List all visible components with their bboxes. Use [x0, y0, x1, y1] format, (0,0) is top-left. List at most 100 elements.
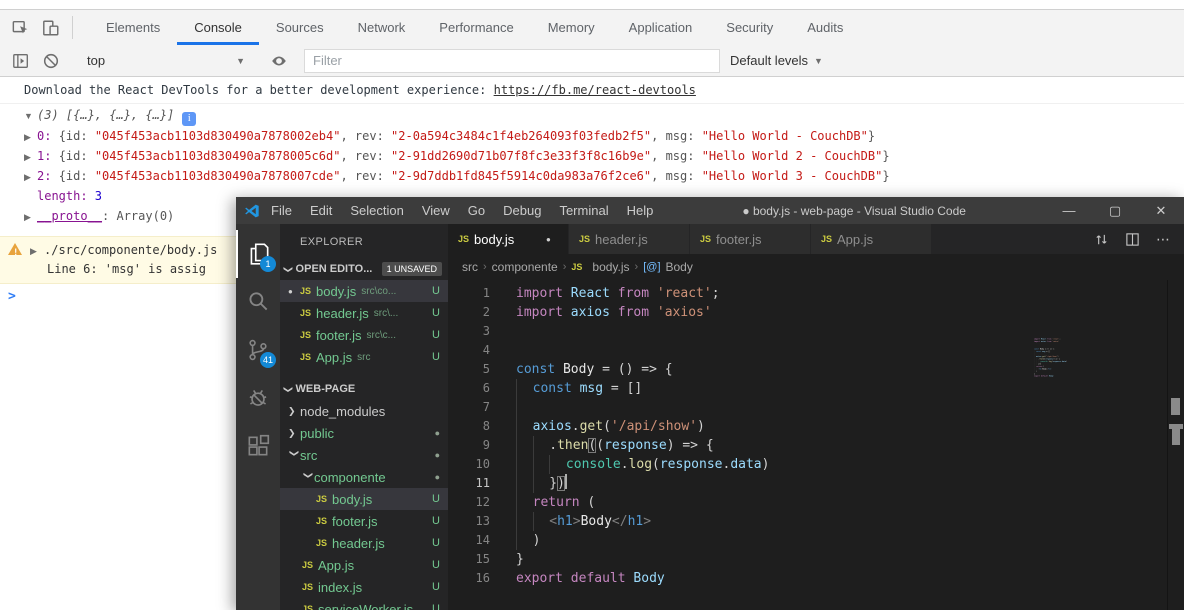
expand-arrow-icon[interactable]: ▶: [24, 167, 37, 187]
open-editors-list: ●JSbody.jssrc\co...U●JSheader.jssrc\...U…: [280, 280, 448, 368]
console-object-row[interactable]: ▶2: {id: "045f453acb1103d830490a7878007c…: [0, 166, 1184, 186]
debug-bug-icon: [245, 385, 271, 411]
open-editors-header[interactable]: ❯ OPEN EDITO... 1 UNSAVED: [280, 258, 448, 280]
devtools-tab-application[interactable]: Application: [612, 10, 710, 45]
devtools-tab-audits[interactable]: Audits: [790, 10, 860, 45]
code-line: .then((response) => {: [516, 436, 1078, 455]
breadcrumb-item-componente[interactable]: componente: [492, 260, 558, 274]
tree-item-App.js[interactable]: JSApp.jsU: [280, 554, 448, 576]
editor-tab-App.js[interactable]: JSApp.js: [811, 224, 931, 254]
editor-tab-footer.js[interactable]: JSfooter.js: [690, 224, 810, 254]
device-toolbar-icon[interactable]: [42, 19, 60, 37]
activity-extensions-button[interactable]: [236, 422, 280, 470]
menu-file[interactable]: File: [262, 197, 301, 224]
open-editor-body.js[interactable]: ●JSbody.jssrc\co...U: [280, 280, 448, 302]
console-sidebar-icon[interactable]: [12, 52, 30, 70]
tree-item-componente[interactable]: ❯componente●: [280, 466, 448, 488]
open-editor-header.js[interactable]: ●JSheader.jssrc\...U: [280, 302, 448, 324]
breadcrumb-item-Body[interactable]: Body: [666, 260, 693, 274]
expand-arrow-icon[interactable]: ▶: [30, 242, 44, 261]
js-file-icon: JS: [821, 234, 832, 244]
devtools-tab-performance[interactable]: Performance: [422, 10, 530, 45]
console-filter-input[interactable]: [304, 49, 720, 73]
editor-tab-header.js[interactable]: JSheader.js: [569, 224, 689, 254]
clear-console-icon[interactable]: [42, 52, 60, 70]
menu-help[interactable]: Help: [618, 197, 663, 224]
tree-item-serviceWorker.js[interactable]: JSserviceWorker.jsU: [280, 598, 448, 610]
screen: ElementsConsoleSourcesNetworkPerformance…: [0, 0, 1184, 610]
vscode-titlebar[interactable]: FileEditSelectionViewGoDebugTerminalHelp…: [236, 197, 1184, 224]
minimap[interactable]: import React from 'react';import axios f…: [1034, 338, 1118, 408]
workspace-header[interactable]: ❯ WEB-PAGE: [280, 378, 448, 400]
chevron-icon: ❯: [303, 471, 314, 483]
expand-arrow-icon[interactable]: ▶: [24, 147, 37, 167]
scrollbar-decoration[interactable]: [1172, 429, 1180, 445]
maximize-button[interactable]: ▢: [1092, 197, 1138, 224]
more-actions-icon[interactable]: ⋯: [1156, 231, 1170, 248]
source-control-badge: 41: [260, 352, 276, 368]
tree-item-public[interactable]: ❯public●: [280, 422, 448, 444]
explorer-badge: 1: [260, 256, 276, 272]
menu-view[interactable]: View: [413, 197, 459, 224]
expand-arrow-icon[interactable]: ▼: [24, 105, 37, 127]
console-array-preview[interactable]: ▼(3) [{…}, {…}, {…}]i: [0, 104, 1184, 126]
devtools-tab-elements[interactable]: Elements: [89, 10, 177, 45]
log-levels-select[interactable]: Default levels ▼: [730, 53, 823, 68]
console-object-row[interactable]: ▶1: {id: "045f453acb1103d830490a7878005c…: [0, 146, 1184, 166]
chevron-icon: ❯: [288, 428, 300, 439]
activity-explorer-button[interactable]: 1: [236, 230, 280, 278]
tree-item-header.js[interactable]: JSheader.jsU: [280, 532, 448, 554]
open-editor-App.js[interactable]: ●JSApp.jssrcU: [280, 346, 448, 368]
tree-item-index.js[interactable]: JSindex.jsU: [280, 576, 448, 598]
indent-guide: [516, 493, 533, 512]
extensions-icon: [245, 433, 271, 459]
indent-guide: [533, 455, 550, 474]
code-editor[interactable]: 12345678910111213141516 import React fro…: [448, 280, 1168, 610]
menu-selection[interactable]: Selection: [341, 197, 412, 224]
editor-tab-body.js[interactable]: JSbody.js●: [448, 224, 568, 254]
devtools-tab-memory[interactable]: Memory: [531, 10, 612, 45]
frame-context-select[interactable]: top ▼: [87, 53, 245, 68]
split-editor-icon[interactable]: [1125, 232, 1140, 247]
tree-item-src[interactable]: ❯src●: [280, 444, 448, 466]
menu-edit[interactable]: Edit: [301, 197, 341, 224]
minimize-button[interactable]: —: [1046, 197, 1092, 224]
line-number: 16: [448, 569, 490, 588]
indent-guide: [549, 455, 566, 474]
editor-area[interactable]: JSbody.js●JSheader.jsJSfooter.jsJSApp.js…: [448, 224, 1184, 610]
activity-source-control-button[interactable]: 41: [236, 326, 280, 374]
devtools-tab-sources[interactable]: Sources: [259, 10, 341, 45]
indent-guide: [516, 436, 533, 455]
activity-search-button[interactable]: [236, 278, 280, 326]
scrollbar-thumb[interactable]: [1171, 398, 1180, 415]
breadcrumb-item-src[interactable]: src: [462, 260, 478, 274]
devtools-tab-network[interactable]: Network: [341, 10, 423, 45]
inspect-element-icon[interactable]: [12, 19, 30, 37]
code-content: import React from 'react';import axios f…: [1034, 338, 1117, 378]
breadcrumb-separator-icon: ›: [483, 261, 487, 273]
menu-debug[interactable]: Debug: [494, 197, 550, 224]
activity-debug-button[interactable]: [236, 374, 280, 422]
devtools-tab-console[interactable]: Console: [177, 10, 259, 45]
open-editor-footer.js[interactable]: ●JSfooter.jssrc\c...U: [280, 324, 448, 346]
modified-dot-icon: ●: [435, 450, 440, 460]
console-object-row[interactable]: ▶0: {id: "045f453acb1103d830490a7878002e…: [0, 126, 1184, 146]
breadcrumb-item-body.js[interactable]: body.js: [592, 260, 629, 274]
menu-terminal[interactable]: Terminal: [550, 197, 617, 224]
tree-item-body.js[interactable]: JSbody.jsU: [280, 488, 448, 510]
react-devtools-link[interactable]: https://fb.me/react-devtools: [494, 83, 696, 97]
tree-item-footer.js[interactable]: JSfooter.jsU: [280, 510, 448, 532]
live-expression-eye-icon[interactable]: [270, 52, 288, 70]
expand-arrow-icon[interactable]: ▶: [24, 207, 37, 227]
expand-arrow-icon[interactable]: ▶: [24, 127, 37, 147]
log-levels-value: Default levels: [730, 53, 808, 68]
code-line: }: [516, 550, 1078, 569]
tree-item-node_modules[interactable]: ❯node_modules: [280, 400, 448, 422]
devtools-tab-security[interactable]: Security: [709, 10, 790, 45]
sync-changes-icon[interactable]: [1094, 232, 1109, 247]
close-button[interactable]: ✕: [1138, 197, 1184, 224]
unsaved-badge: 1 UNSAVED: [382, 262, 442, 276]
menu-go[interactable]: Go: [459, 197, 494, 224]
warning-text-line1: ./src/componente/body.js: [44, 243, 217, 257]
editor-tab-bar: JSbody.js●JSheader.jsJSfooter.jsJSApp.js…: [448, 224, 1184, 254]
